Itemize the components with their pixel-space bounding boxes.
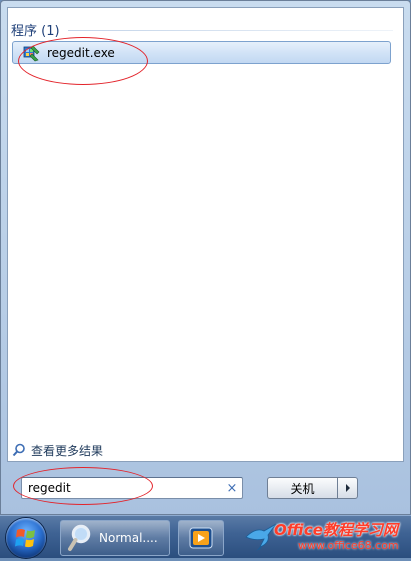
- start-button[interactable]: [6, 518, 46, 558]
- search-results-panel: [7, 7, 404, 462]
- taskbar-button-normal[interactable]: Normal....: [60, 520, 170, 556]
- result-item-label: regedit.exe: [47, 45, 115, 60]
- taskbar-button-label: Normal....: [99, 531, 158, 545]
- media-player-icon: [188, 525, 214, 551]
- shutdown-button-group: 关机: [267, 477, 358, 499]
- magnifier-icon: [67, 524, 93, 552]
- search-icon: [12, 443, 26, 457]
- taskbar: Normal....: [0, 515, 411, 558]
- windows-logo-icon: [15, 529, 35, 548]
- start-menu: 程序 (1) regedit.exe 查看更多结果 regedit × 关机: [0, 0, 411, 515]
- regedit-icon: [23, 44, 41, 62]
- see-more-results-link[interactable]: 查看更多结果: [12, 441, 103, 459]
- search-input[interactable]: [22, 479, 223, 497]
- result-item-regedit[interactable]: regedit.exe: [12, 41, 391, 64]
- programs-group-header: 程序 (1): [11, 19, 393, 39]
- taskbar-button-media-player[interactable]: [178, 520, 224, 556]
- clear-search-icon[interactable]: ×: [223, 479, 241, 497]
- search-box: ×: [21, 477, 243, 499]
- shutdown-options-button[interactable]: [337, 477, 358, 499]
- see-more-results-label: 查看更多结果: [31, 443, 104, 458]
- group-title: 程序 (1): [11, 23, 60, 39]
- shutdown-button[interactable]: 关机: [267, 477, 337, 499]
- arrow-right-icon: [345, 484, 350, 492]
- group-divider: [67, 30, 393, 31]
